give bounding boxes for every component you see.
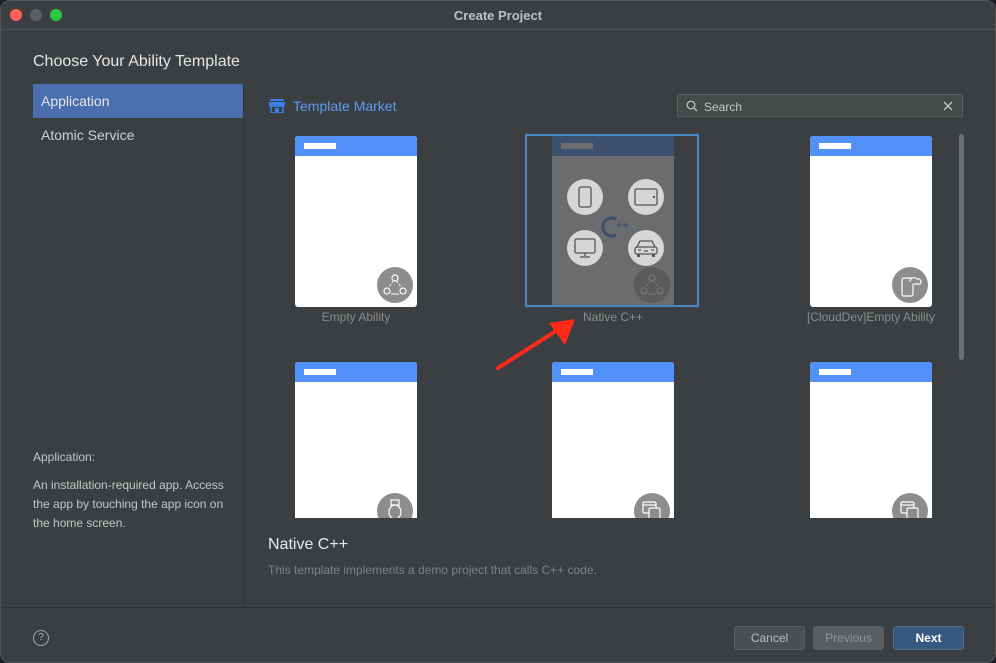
template-detail-title: Native C++ [268,536,349,553]
help-button[interactable]: ? [33,630,49,646]
template-grid-scrollbar[interactable] [959,134,964,360]
search-box[interactable] [677,94,963,117]
annotation-arrow-icon [491,311,581,381]
sidebar-item-atomic-service[interactable]: Atomic Service [33,118,243,152]
create-project-window: Create Project Choose Your Ability Templ… [0,0,996,663]
next-button[interactable]: Next [893,626,964,650]
selection-frame [525,134,699,307]
watch-icon [377,493,413,518]
template-grid: Empty Ability ++ Native C++ [CloudDev]Em… [244,124,964,518]
sidebar-item-application[interactable]: Application [33,84,243,118]
store-icon [269,99,285,113]
multi-device-icon [634,493,670,518]
template-thumbnail [295,362,417,518]
template-market-label: Template Market [293,98,397,114]
template-thumbnail [810,136,932,307]
close-icon[interactable] [942,99,954,117]
sidebar: Application Atomic Service Application: … [33,84,244,607]
title-bar: Create Project [1,1,995,30]
sidebar-description: An installation-required app. Access the… [33,478,224,530]
search-icon [686,99,698,117]
search-input[interactable] [702,97,936,116]
nodes-icon [377,267,413,303]
multi-device-icon [892,493,928,518]
template-label: [CloudDev]Empty Ability [806,310,936,324]
template-thumbnail [810,362,932,518]
cloud-phone-icon [892,267,928,303]
template-detail-description: This template implements a demo project … [268,563,597,577]
dialog-footer: ? Cancel Previous Next [1,607,995,662]
cancel-button[interactable]: Cancel [734,626,805,650]
page-title: Choose Your Ability Template [33,53,240,70]
previous-button[interactable]: Previous [813,626,884,650]
template-label: Empty Ability [321,310,391,324]
template-thumbnail [552,362,674,518]
sidebar-description-title: Application: [33,450,96,464]
template-market-link[interactable]: Template Market [269,98,396,114]
template-panel: Template Market Empty Ability [244,84,995,607]
template-thumbnail [295,136,417,307]
window-title: Create Project [453,8,543,23]
